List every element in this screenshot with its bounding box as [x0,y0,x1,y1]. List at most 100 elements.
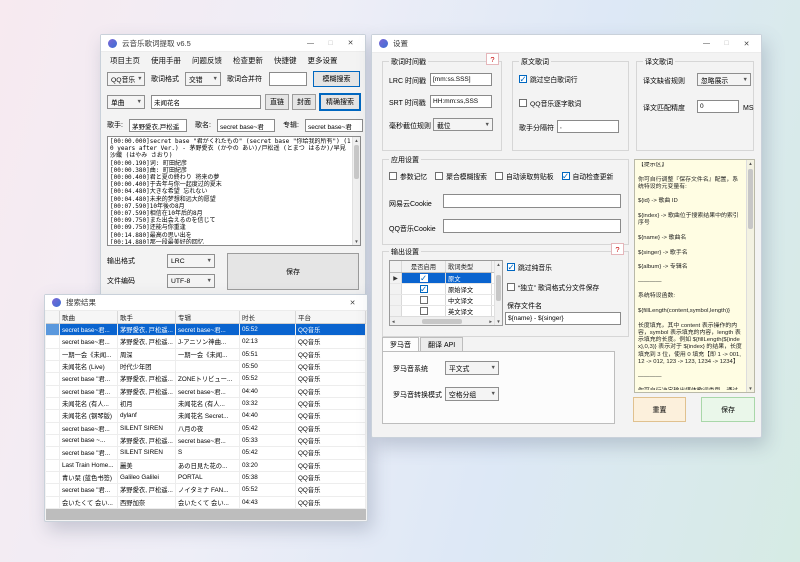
singer-cell[interactable]: 茅野愛衣, 戸松遥... [118,373,176,384]
srt-timestamp-input[interactable]: HH:mm:ss,SSS [430,95,492,108]
duration-cell[interactable]: 02:13 [240,336,296,347]
save-lyrics-button[interactable]: 保存 [227,253,359,290]
singer-cell[interactable]: 麗美 [118,460,176,471]
row-selector-cell[interactable] [46,336,60,347]
singer-cell[interactable]: dylanf [118,410,176,421]
help-button[interactable]: ? [486,53,499,65]
song-cell[interactable]: secret base~君... [60,336,118,347]
row-selector-cell[interactable] [46,349,60,360]
checkbox-icon[interactable] [389,172,397,180]
grid-row[interactable]: ▶ 中文译文 [390,295,502,306]
romaji-system-select[interactable]: 平文式▼ [445,361,499,375]
table-row[interactable]: 未闻花名 (钢琴版) dylanf 未闻花名 Secret... 04:40 Q… [46,410,366,422]
table-row[interactable]: 青い栞 (蓝色书签) Galileo Galilei PORTAL 05:38 … [46,472,366,484]
exact-search-button[interactable]: 精确搜索 [319,93,361,111]
platform-cell[interactable]: QQ音乐 [296,472,366,483]
scroll-up-icon[interactable]: ▲ [495,262,502,267]
row-selector-cell[interactable] [46,484,60,495]
grid-row[interactable]: ▶ 原文 [390,273,502,284]
horizontal-scrollbar[interactable] [46,509,366,520]
lyric-type-cell[interactable]: 中文译文 [446,295,492,305]
song-cell[interactable]: secret base ~... [60,435,118,446]
table-row[interactable]: secret base~君... 茅野愛衣, 戸松遥... J-アニソン神曲..… [46,336,366,348]
scroll-right-icon[interactable]: ► [489,319,493,324]
search-type-select[interactable]: 单曲▼ [107,95,145,109]
checkbox-icon[interactable] [519,99,527,107]
row-selector-cell[interactable] [46,435,60,446]
column-singer[interactable]: 歌手 [118,311,176,323]
lyric-type-cell[interactable]: 原文 [446,273,492,283]
platform-cell[interactable]: QQ音乐 [296,484,366,495]
platform-cell[interactable]: QQ音乐 [296,398,366,409]
lyric-type-cell[interactable]: 原始译文 [446,284,492,294]
checkbox-icon[interactable] [495,172,503,180]
maximize-icon[interactable]: □ [719,40,734,47]
singer-cell[interactable]: 茅野愛衣, 戸松遥... [118,484,176,495]
song-cell[interactable]: secret base~君... [60,423,118,434]
table-row[interactable]: 一期一会《未闻... 周深 一期一会《未闻... 05:51 QQ音乐 [46,349,366,361]
qq-cookie-input[interactable] [443,219,621,233]
album-cell[interactable]: secret base~君... [176,435,240,446]
separator-input[interactable]: , [557,120,619,133]
enabled-cell[interactable] [402,295,446,305]
row-indicator[interactable]: ▶ [390,306,402,316]
row-selector-cell[interactable] [46,497,60,508]
scroll-down-icon[interactable]: ▼ [495,319,502,324]
duration-cell[interactable]: 05:52 [240,324,296,335]
close-icon[interactable]: ✕ [343,39,358,47]
split-files-checkbox[interactable]: “独立” 歌词格式分文件保存 [507,282,599,292]
option-checkbox[interactable]: 自动读取剪贴板 [495,171,554,181]
column-platform[interactable]: 平台 [296,311,366,323]
reset-button[interactable]: 重置 [633,397,686,422]
duration-cell[interactable]: 04:40 [240,410,296,421]
duration-cell[interactable]: 05:33 [240,435,296,446]
table-row[interactable]: 会いたくて 会い... 西野加奈 会いたくて 会い... 04:43 QQ音乐 [46,497,366,509]
romaji-mode-select[interactable]: 空格分组▼ [445,387,499,401]
maximize-icon[interactable]: □ [323,40,338,47]
album-cell[interactable]: J-アニソン神曲... [176,336,240,347]
row-selector-cell[interactable] [46,324,60,335]
singer-cell[interactable]: SILENT SIREN [118,447,176,458]
duration-cell[interactable]: 05:42 [240,423,296,434]
row-selector-cell[interactable] [46,410,60,421]
album-cell[interactable]: 八月の夜 [176,423,240,434]
scrollbar-thumb[interactable] [496,275,501,301]
grid-vertical-scrollbar[interactable]: ▲ ▼ [494,261,502,325]
scroll-down-icon[interactable]: ▼ [747,386,754,391]
enabled-cell[interactable] [402,273,446,283]
song-cell[interactable]: secret base "君... [60,386,118,397]
table-row[interactable]: secret base "君... 茅野愛衣, 戸松遥... ノイタミナ FAN… [46,484,366,496]
checkbox-icon[interactable] [435,172,443,180]
checkbox-icon[interactable] [507,283,515,291]
table-row[interactable]: secret base ~... 茅野愛衣, 戸松遥... secret bas… [46,435,366,447]
singer-cell[interactable]: Galileo Galilei [118,472,176,483]
song-cell[interactable]: Last Train Home... [60,460,118,471]
platform-cell[interactable]: QQ音乐 [296,324,366,335]
singer-cell[interactable]: 茅野愛衣, 戸松遥... [118,435,176,446]
scrollbar-thumb[interactable] [422,319,462,324]
menu-item[interactable]: 更多设置 [308,55,338,66]
menu-item[interactable]: 使用手册 [151,55,181,66]
duration-cell[interactable]: 05:50 [240,361,296,372]
table-row[interactable]: secret base~君... SILENT SIREN 八月の夜 05:42… [46,423,366,435]
album-cell[interactable]: 会いたくて 会い... [176,497,240,508]
filename-input[interactable]: ${name} - ${singer} [505,312,621,325]
row-selector-cell[interactable] [46,423,60,434]
ms-rule-select[interactable]: 截位▼ [433,118,493,131]
output-format-select[interactable]: LRC▼ [167,254,215,268]
search-titlebar[interactable]: 搜索结果 ✕ [45,295,367,311]
duration-cell[interactable]: 05:42 [240,447,296,458]
album-cell[interactable] [176,361,240,372]
direct-link-button[interactable]: 直链 [265,94,289,110]
menu-item[interactable]: 检查更新 [233,55,263,66]
close-icon[interactable]: ✕ [345,299,360,307]
singer-cell[interactable]: 茅野愛衣, 戸松遥... [118,386,176,397]
album-cell[interactable]: あの日見た花の... [176,460,240,471]
checkbox-icon[interactable] [562,172,570,180]
checkbox-icon[interactable] [507,263,515,271]
option-checkbox[interactable]: 聚合模糊搜索 [435,171,487,181]
cover-button[interactable]: 封面 [292,94,316,110]
singer-cell[interactable]: 西野加奈 [118,497,176,508]
row-indicator[interactable]: ▶ [390,284,402,294]
song-cell[interactable]: 未闻花名 (钢琴版) [60,410,118,421]
